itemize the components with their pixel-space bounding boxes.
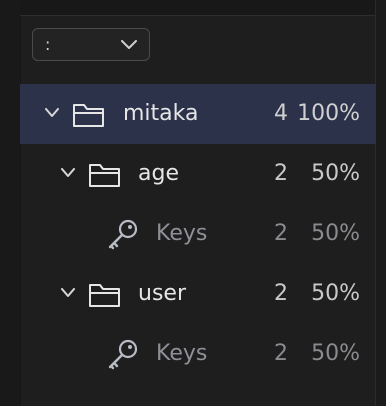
filter-select[interactable]: : <box>32 28 150 61</box>
tree-row-age[interactable]: age 2 50% <box>20 144 376 204</box>
chevron-down-icon <box>121 39 137 50</box>
tree-row-percent: 50% <box>311 221 360 246</box>
tree-row-name: user <box>138 281 186 306</box>
tree-row-percent: 50% <box>311 161 360 186</box>
tree-row-mitaka[interactable]: mitaka 4 100% <box>20 84 376 144</box>
scrollbar-track[interactable] <box>375 0 386 406</box>
tree-row-name: mitaka <box>123 101 199 126</box>
top-bar <box>20 0 386 16</box>
filter-select-value: : <box>45 35 51 54</box>
tree-row-age-keys[interactable]: Keys 2 50% <box>20 204 376 264</box>
tree-row-user-keys[interactable]: Keys 2 50% <box>20 324 376 384</box>
tree-row-name: age <box>138 161 179 186</box>
tree-row-percent: 50% <box>311 281 360 306</box>
tree-row-name: Keys <box>156 341 208 366</box>
left-panel-edge <box>0 0 21 406</box>
tree-row-name: Keys <box>156 221 208 246</box>
tree-row-percent: 50% <box>311 341 360 366</box>
tree-row-percent: 100% <box>297 101 360 126</box>
tree-row-user[interactable]: user 2 50% <box>20 264 376 324</box>
